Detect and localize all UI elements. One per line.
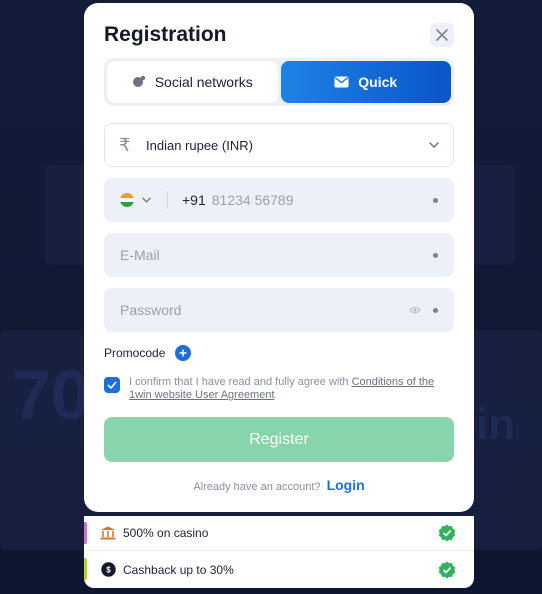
accent-bar <box>84 558 87 580</box>
register-button[interactable]: Register <box>104 417 454 462</box>
agreement-text: I confirm that I have read and fully agr… <box>129 376 454 402</box>
promocode-row: Promocode <box>104 345 192 361</box>
agreement-statement: I confirm that I have read and fully agr… <box>129 376 352 388</box>
list-item: 500% on casino <box>84 516 474 551</box>
accent-bar <box>84 522 87 544</box>
login-prompt-row: Already have an account? Login <box>84 477 474 493</box>
modal-title: Registration <box>104 23 227 46</box>
currency-value: Indian rupee (INR) <box>146 137 253 153</box>
list-item: $ Cashback up to 30% <box>84 552 474 587</box>
bonus-list: 500% on casino $ Cashback up to 30% <box>84 516 474 588</box>
rupee-icon: ₹ <box>119 134 131 155</box>
checkmark-icon <box>107 381 117 389</box>
background-decor: in <box>476 400 516 449</box>
mail-icon <box>334 76 349 88</box>
agreement-row: I confirm that I have read and fully agr… <box>104 376 454 402</box>
phone-field[interactable]: +91 81234 56789 <box>104 178 454 222</box>
agreement-checkbox[interactable] <box>104 377 120 393</box>
email-field[interactable]: E-Mail <box>104 233 454 277</box>
phone-placeholder: 81234 56789 <box>211 192 294 208</box>
casino-icon <box>100 525 116 541</box>
password-placeholder: Password <box>120 302 182 318</box>
currency-select[interactable]: ₹ Indian rupee (INR) <box>104 123 454 167</box>
tab-quick[interactable]: Quick <box>280 61 451 103</box>
tab-label: Quick <box>358 74 398 90</box>
background-decor: 70 <box>12 356 90 434</box>
chevron-down-icon <box>429 142 439 148</box>
svg-text:$: $ <box>106 566 111 575</box>
cashback-icon: $ <box>100 562 116 578</box>
registration-modal: Registration Social networks Quick ₹ Ind… <box>84 3 474 512</box>
close-icon <box>436 29 448 41</box>
add-promocode-button[interactable] <box>175 345 192 361</box>
bonus-text: 500% on casino <box>123 526 209 540</box>
registration-tabs: Social networks Quick <box>104 58 454 106</box>
tab-social-networks[interactable]: Social networks <box>107 61 278 103</box>
password-field[interactable]: Password <box>104 288 454 332</box>
verified-check-icon <box>438 524 456 542</box>
promocode-label: Promocode <box>104 346 166 360</box>
required-dot-icon <box>433 197 438 203</box>
login-link[interactable]: Login <box>327 477 365 493</box>
close-button[interactable] <box>430 23 454 47</box>
required-dot-icon <box>433 252 438 258</box>
verified-check-icon <box>438 561 456 578</box>
divider <box>167 191 168 209</box>
bonus-text: Cashback up to 30% <box>123 562 234 577</box>
chevron-down-icon[interactable] <box>142 197 151 203</box>
plus-icon <box>179 349 187 357</box>
india-flag-icon[interactable] <box>120 193 134 207</box>
tab-label: Social networks <box>154 74 253 90</box>
email-placeholder: E-Mail <box>120 247 160 263</box>
country-code: +91 <box>182 192 206 208</box>
login-prompt: Already have an account? <box>193 481 321 493</box>
chat-icon <box>132 75 145 87</box>
eye-icon[interactable] <box>409 306 421 314</box>
required-dot-icon <box>433 307 438 313</box>
